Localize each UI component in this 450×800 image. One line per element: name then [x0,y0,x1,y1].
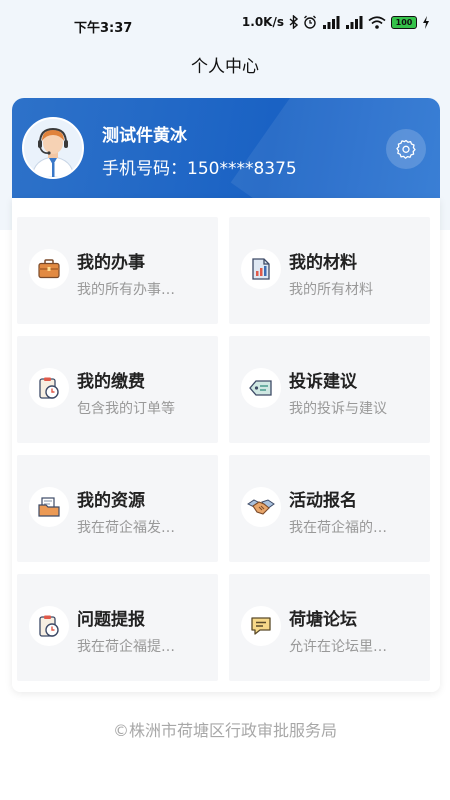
avatar[interactable] [22,117,84,179]
menu-tile-my-payments[interactable]: 我的缴费 包含我的订单等 [17,336,218,443]
menu-tile-title: 我的缴费 [77,372,145,392]
clipboard-timer-icon [29,606,69,646]
menu-tile-title: 我的资源 [77,491,145,511]
battery-icon: 100 [391,15,417,29]
alarm-icon [304,15,316,29]
menu-tile-subtitle: 我在荷企福的… [289,520,387,536]
menu-tile-title: 荷塘论坛 [289,610,357,630]
folder-box-icon [29,487,69,527]
gear-icon [396,139,416,159]
page-title: 个人中心 [191,57,259,77]
signal-icon [323,15,340,29]
status-time: 下午3:37 [74,21,133,36]
status-indicators: 1.0K/s 100 [242,15,430,29]
network-speed: 1.0K/s [241,15,284,29]
document-chart-icon [241,249,281,289]
chat-bubble-icon [241,606,281,646]
menu-tile-title: 我的材料 [289,253,357,273]
handshake-icon [241,487,281,527]
tag-icon [241,368,281,408]
user-name: 测试件黄冰 [102,126,187,146]
customer-service-avatar-icon [24,119,82,177]
menu-tile-event-signup[interactable]: 活动报名 我在荷企福的… [229,455,430,562]
bluetooth-icon [289,15,298,29]
menu-tile-subtitle: 包含我的订单等 [77,401,175,417]
menu-tile-my-resources[interactable]: 我的资源 我在荷企福发… [17,455,218,562]
settings-button[interactable] [386,129,426,169]
menu-tile-title: 问题提报 [77,610,145,630]
menu-tile-subtitle: 我的所有办事… [77,282,175,298]
menu-tile-subtitle: 我的投诉与建议 [289,401,387,417]
clipboard-timer-icon [29,368,69,408]
signal-icon [346,15,363,29]
menu-tile-subtitle: 我在荷企福提… [77,639,175,655]
footer-copyright: ©株洲市荷塘区行政审批服务局 [112,721,337,740]
menu-tile-title: 活动报名 [289,491,357,511]
user-phone: 手机号码：150****8375 [102,159,297,179]
menu-tile-issue-report[interactable]: 问题提报 我在荷企福提… [17,574,218,681]
menu-panel: 我的办事 我的所有办事… 我的材料 我的所有材料 我的缴费 包含我的订单等 投诉… [12,198,440,692]
menu-tile-subtitle: 我在荷企福发… [77,520,175,536]
menu-tile-my-materials[interactable]: 我的材料 我的所有材料 [229,217,430,324]
menu-tile-forum[interactable]: 荷塘论坛 允许在论坛里… [229,574,430,681]
menu-tile-complaints[interactable]: 投诉建议 我的投诉与建议 [229,336,430,443]
charging-icon [423,15,429,29]
menu-tile-subtitle: 我的所有材料 [289,282,373,298]
menu-tile-subtitle: 允许在论坛里… [289,639,387,655]
menu-tile-title: 我的办事 [77,253,145,273]
menu-tile-my-affairs[interactable]: 我的办事 我的所有办事… [17,217,218,324]
status-bar: 下午3:37 1.0K/s 100 [0,0,450,48]
wifi-icon [368,15,386,29]
briefcase-icon [29,249,69,289]
menu-tile-title: 投诉建议 [289,372,357,392]
profile-card[interactable]: 测试件黄冰 手机号码：150****8375 [12,98,440,198]
